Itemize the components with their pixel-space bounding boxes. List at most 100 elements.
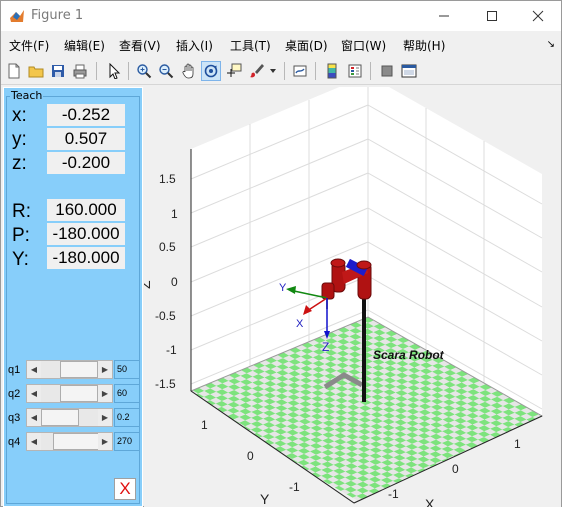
save-icon	[52, 65, 64, 77]
z-label: z:	[12, 153, 27, 174]
zoom-in-icon	[137, 64, 152, 79]
z-axis-label: Z	[144, 280, 153, 289]
print-button[interactable]	[70, 61, 90, 81]
zoom-in-button[interactable]	[134, 61, 154, 81]
y-value: 0.507	[47, 128, 125, 150]
q1-slider-thumb[interactable]	[60, 361, 98, 378]
slider-left-arrow-icon[interactable]: ◀	[27, 385, 41, 402]
plot-area[interactable]: 1.5 1 0.5 0 -0.5 -1 -1.5 Z 1 0 -1 Y 1 0 …	[144, 87, 561, 507]
slider-right-arrow-icon[interactable]: ▶	[98, 385, 112, 402]
data-cursor-button[interactable]	[224, 61, 244, 81]
edit-plot-button[interactable]	[104, 61, 124, 81]
q2-value[interactable]: 60	[114, 384, 140, 403]
slider-left-arrow-icon[interactable]: ◀	[27, 361, 41, 378]
z-tick-label: -1.5	[155, 377, 176, 391]
yaw-value: -180.000	[47, 247, 125, 269]
open-file-button[interactable]	[26, 61, 46, 81]
new-file-icon	[8, 63, 20, 79]
x-tick-label: 0	[452, 462, 459, 476]
q2-slider-thumb[interactable]	[60, 385, 98, 402]
z-tick-label: 1.5	[159, 172, 176, 186]
menu-file[interactable]: 文件(F)	[9, 37, 49, 54]
y-label: y:	[12, 129, 27, 150]
slider-right-arrow-icon[interactable]: ▶	[98, 433, 112, 450]
roll-label: R:	[12, 201, 31, 222]
colorbar-icon	[327, 63, 337, 79]
q3-slider-thumb[interactable]	[41, 409, 79, 426]
q3-value[interactable]: 0.2	[114, 408, 140, 427]
brush-icon	[250, 64, 264, 78]
matlab-logo-icon	[10, 10, 24, 22]
legend-button[interactable]	[345, 61, 365, 81]
teach-panel: Teach x: -0.252 y: 0.507 z: -0.200 R: 16…	[3, 87, 143, 507]
slider-left-arrow-icon[interactable]: ◀	[27, 409, 41, 426]
z-tick-label: 1	[171, 207, 178, 221]
x-tick-label: -1	[388, 487, 399, 501]
menu-overflow-icon[interactable]: ↘	[547, 39, 555, 50]
maximize-icon	[487, 11, 497, 21]
link-plot-icon	[293, 65, 307, 77]
robot-base-column	[362, 299, 366, 402]
x-axis-label: X	[425, 496, 435, 507]
slider-right-arrow-icon[interactable]: ▶	[98, 409, 112, 426]
toolbar	[1, 57, 561, 85]
hand-icon	[182, 63, 194, 79]
menu-bar: 文件(F) 编辑(E) 查看(V) 插入(I) 工具(T) 桌面(D) 窗口(W…	[1, 32, 561, 56]
robot-3d-axes[interactable]: 1.5 1 0.5 0 -0.5 -1 -1.5 Z 1 0 -1 Y 1 0 …	[144, 87, 561, 507]
slider-left-arrow-icon[interactable]: ◀	[27, 433, 41, 450]
menu-edit[interactable]: 编辑(E)	[64, 37, 105, 54]
q4-slider[interactable]: ◀ ▶	[26, 432, 113, 451]
roll-value: 160.000	[47, 199, 125, 221]
yaw-label: Y:	[12, 249, 29, 270]
rotate-3d-icon	[204, 64, 218, 78]
brush-button[interactable]	[247, 61, 267, 81]
pan-button[interactable]	[179, 61, 199, 81]
maximize-button[interactable]	[469, 1, 515, 31]
frame-z-label: Z	[322, 340, 329, 354]
q1-slider[interactable]: ◀ ▶	[26, 360, 113, 379]
minimize-button[interactable]	[421, 1, 467, 31]
q4-slider-thumb[interactable]	[53, 433, 101, 450]
brush-menu-button[interactable]	[267, 61, 279, 81]
menu-insert[interactable]: 插入(I)	[176, 37, 213, 54]
new-figure-button[interactable]	[4, 61, 24, 81]
robot-name-label: Scara Robot	[373, 348, 445, 362]
frame-y-label: Y	[279, 282, 287, 294]
menu-window[interactable]: 窗口(W)	[341, 37, 386, 54]
hide-tools-icon	[381, 65, 393, 77]
y-tick-label: 1	[201, 418, 208, 432]
q4-label: q4	[8, 436, 21, 448]
z-tick-label: -0.5	[155, 309, 176, 323]
minimize-icon	[439, 15, 449, 17]
pitch-label: P:	[12, 225, 30, 246]
menu-view[interactable]: 查看(V)	[119, 37, 161, 54]
teach-close-button[interactable]: X	[114, 478, 136, 500]
slider-right-arrow-icon[interactable]: ▶	[98, 361, 112, 378]
print-icon	[73, 64, 87, 79]
legend-icon	[348, 64, 362, 78]
x-value: -0.252	[47, 104, 125, 126]
q3-slider[interactable]: ◀ ▶	[26, 408, 113, 427]
q4-value[interactable]: 270	[114, 432, 140, 451]
show-plot-tools-button[interactable]	[399, 61, 419, 81]
menu-help[interactable]: 帮助(H)	[403, 37, 445, 54]
q2-label: q2	[8, 388, 21, 400]
close-icon	[532, 10, 544, 22]
menu-desktop[interactable]: 桌面(D)	[285, 37, 328, 54]
link-plot-button[interactable]	[290, 61, 310, 81]
zoom-out-button[interactable]	[156, 61, 176, 81]
save-button[interactable]	[48, 61, 68, 81]
colorbar-button[interactable]	[322, 61, 342, 81]
menu-tools[interactable]: 工具(T)	[230, 37, 271, 54]
teach-panel-title: Teach	[10, 89, 44, 102]
pitch-value: -180.000	[47, 223, 125, 245]
x-label: x:	[12, 105, 27, 126]
data-cursor-icon	[227, 63, 242, 77]
rotate-3d-button[interactable]	[201, 61, 221, 81]
close-window-button[interactable]	[515, 1, 561, 31]
hide-plot-tools-button[interactable]	[377, 61, 397, 81]
q2-slider[interactable]: ◀ ▶	[26, 384, 113, 403]
title-bar: Figure 1	[1, 1, 561, 31]
q1-value[interactable]: 50	[114, 360, 140, 379]
dropdown-arrow-icon	[270, 69, 276, 73]
